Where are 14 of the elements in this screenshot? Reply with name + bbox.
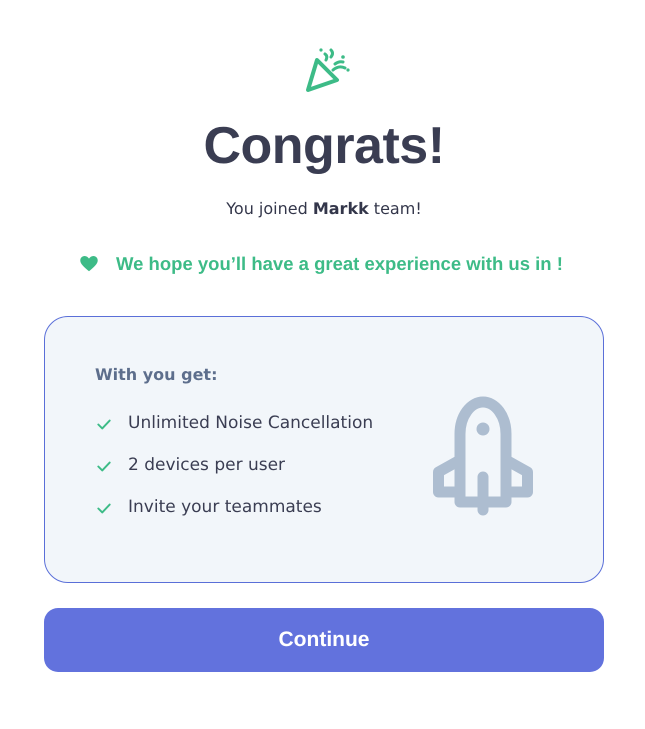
rocket-icon (433, 394, 533, 516)
check-icon (97, 418, 111, 430)
congrats-title: Congrats! (203, 116, 445, 176)
check-icon (97, 460, 111, 472)
welcome-message: We hope you’ll have a great experience with us in ! (116, 252, 563, 276)
feature-text: 2 devices per user (128, 454, 286, 476)
feature-text: Unlimited Noise Cancellation (128, 412, 374, 434)
feature-text: Invite your teammates (128, 496, 322, 518)
continue-button[interactable]: Continue (44, 608, 604, 672)
joined-team-text: You joined Markk team! (226, 198, 422, 220)
card-heading: With you get: (95, 364, 218, 386)
check-icon (97, 502, 111, 514)
party-popper-icon (303, 46, 351, 94)
heart-icon (80, 256, 98, 272)
